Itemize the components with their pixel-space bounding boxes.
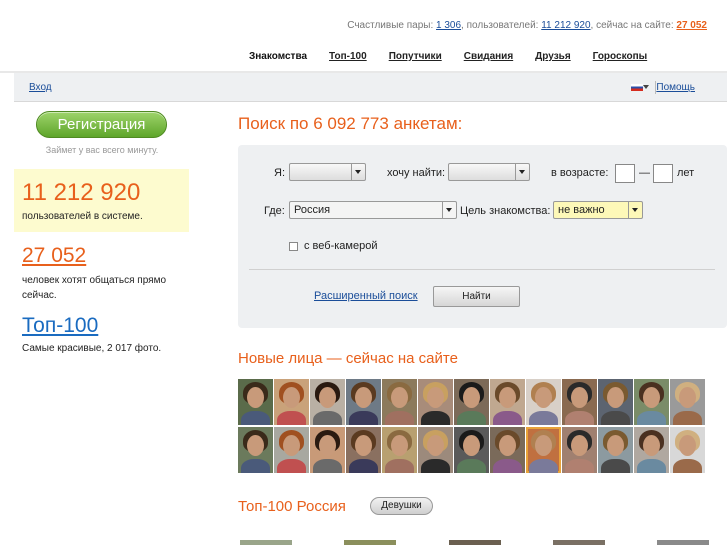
webcam-checkbox[interactable]	[289, 242, 298, 251]
face-thumbnail[interactable]	[346, 427, 381, 473]
register-button[interactable]: Регистрация	[36, 111, 167, 138]
search-title: Поиск по 6 092 773 анкетам:	[238, 114, 463, 133]
age-from-input[interactable]	[615, 164, 635, 183]
chevron-down-icon	[628, 202, 642, 218]
face-thumbnail[interactable]	[382, 379, 417, 425]
tab-top100[interactable]: Топ-100	[318, 42, 378, 71]
face-thumbnail[interactable]	[310, 427, 345, 473]
i-gender-select[interactable]	[289, 163, 366, 181]
users-text: пользователей в системе.	[22, 211, 143, 222]
online-count-link[interactable]: 27 052	[22, 244, 86, 268]
top100-text: Самые красивые, 2 017 фото.	[22, 343, 162, 354]
want-gender-select[interactable]	[448, 163, 530, 181]
face-thumbnail[interactable]	[598, 427, 633, 473]
top100-thumb[interactable]	[553, 540, 605, 545]
i-label: Я:	[274, 167, 285, 179]
girls-filter-button[interactable]: Девушки	[370, 497, 433, 515]
find-button[interactable]: Найти	[433, 286, 520, 307]
tab-dating[interactable]: Знакомства	[238, 42, 319, 71]
online-label: , сейчас на сайте:	[590, 20, 674, 31]
face-thumbnail[interactable]	[634, 379, 669, 425]
site-stats: Счастливые пары: 1 306, пользователей: 1…	[347, 20, 707, 31]
face-thumbnail[interactable]	[598, 379, 633, 425]
chevron-down-icon	[442, 202, 456, 218]
top100-thumb[interactable]	[449, 540, 501, 545]
face-thumbnail[interactable]	[418, 379, 453, 425]
tab-travel[interactable]: Попутчики	[378, 42, 453, 71]
login-link[interactable]: Вход	[29, 82, 52, 93]
chevron-down-icon[interactable]	[643, 85, 649, 89]
tab-friends[interactable]: Друзья	[524, 42, 581, 71]
top100-thumb[interactable]	[344, 540, 396, 545]
chevron-down-icon	[515, 164, 529, 180]
users-count: 11 212 920	[22, 179, 141, 206]
goal-value: не важно	[558, 204, 605, 216]
face-thumbnail[interactable]	[490, 427, 525, 473]
face-thumbnail[interactable]	[454, 427, 489, 473]
main-nav: Знакомства Топ-100 Попутчики Свидания Др…	[238, 42, 727, 71]
users-link[interactable]: 11 212 920	[541, 20, 590, 31]
online-link[interactable]: 27 052	[676, 20, 707, 31]
want-label: хочу найти:	[387, 167, 446, 179]
webcam-label: с веб-камерой	[304, 240, 378, 252]
face-thumbnail[interactable]	[274, 427, 309, 473]
advanced-search-link[interactable]: Расширенный поиск	[314, 290, 418, 302]
register-note: Займет у вас всего минуту.	[45, 145, 159, 155]
location-value: Россия	[294, 204, 331, 216]
age-to-input[interactable]	[653, 164, 673, 183]
face-thumbnail[interactable]	[490, 379, 525, 425]
pairs-link[interactable]: 1 306	[436, 20, 461, 31]
face-thumbnail[interactable]	[526, 427, 561, 473]
pairs-label: Счастливые пары:	[347, 20, 434, 31]
face-thumbnail[interactable]	[526, 379, 561, 425]
top100-thumb[interactable]	[240, 540, 292, 545]
face-thumbnail[interactable]	[274, 379, 309, 425]
age-unit: лет	[677, 167, 695, 179]
face-thumbnail[interactable]	[382, 427, 417, 473]
tab-dates[interactable]: Свидания	[453, 42, 524, 71]
online-text: человек хотят общаться прямо сейчас.	[22, 275, 167, 301]
face-thumbnail[interactable]	[562, 379, 597, 425]
face-thumbnail[interactable]	[310, 379, 345, 425]
top100-link[interactable]: Топ-100	[22, 314, 98, 338]
location-select[interactable]: Россия	[289, 201, 457, 219]
top100-russia-title: Топ-100 Россия	[238, 498, 346, 515]
face-thumbnail[interactable]	[418, 427, 453, 473]
where-label: Где:	[264, 205, 285, 217]
face-thumbnail[interactable]	[238, 427, 273, 473]
goal-label: Цель знакомства:	[460, 205, 551, 217]
russia-flag-icon[interactable]	[631, 84, 643, 91]
goal-select[interactable]: не важно	[553, 201, 643, 219]
help-link[interactable]: Помощь	[656, 82, 695, 93]
sub-bar: Вход Помощь	[14, 73, 727, 102]
age-label: в возрасте:	[551, 167, 609, 179]
face-thumbnail[interactable]	[454, 379, 489, 425]
tab-horoscopes[interactable]: Гороскопы	[582, 42, 659, 71]
new-faces-grid	[238, 379, 727, 473]
face-thumbnail[interactable]	[346, 379, 381, 425]
face-thumbnail[interactable]	[670, 427, 705, 473]
new-faces-title: Новые лица — сейчас на сайте	[238, 350, 458, 367]
chevron-down-icon	[351, 164, 365, 180]
face-thumbnail[interactable]	[634, 427, 669, 473]
users-label: , пользователей:	[461, 20, 539, 31]
age-dash: —	[639, 167, 650, 179]
top100-thumb[interactable]	[657, 540, 709, 545]
face-thumbnail[interactable]	[238, 379, 273, 425]
face-thumbnail[interactable]	[562, 427, 597, 473]
form-divider	[249, 269, 715, 270]
face-thumbnail[interactable]	[670, 379, 705, 425]
users-stat-box: 11 212 920 пользователей в системе.	[14, 169, 189, 232]
